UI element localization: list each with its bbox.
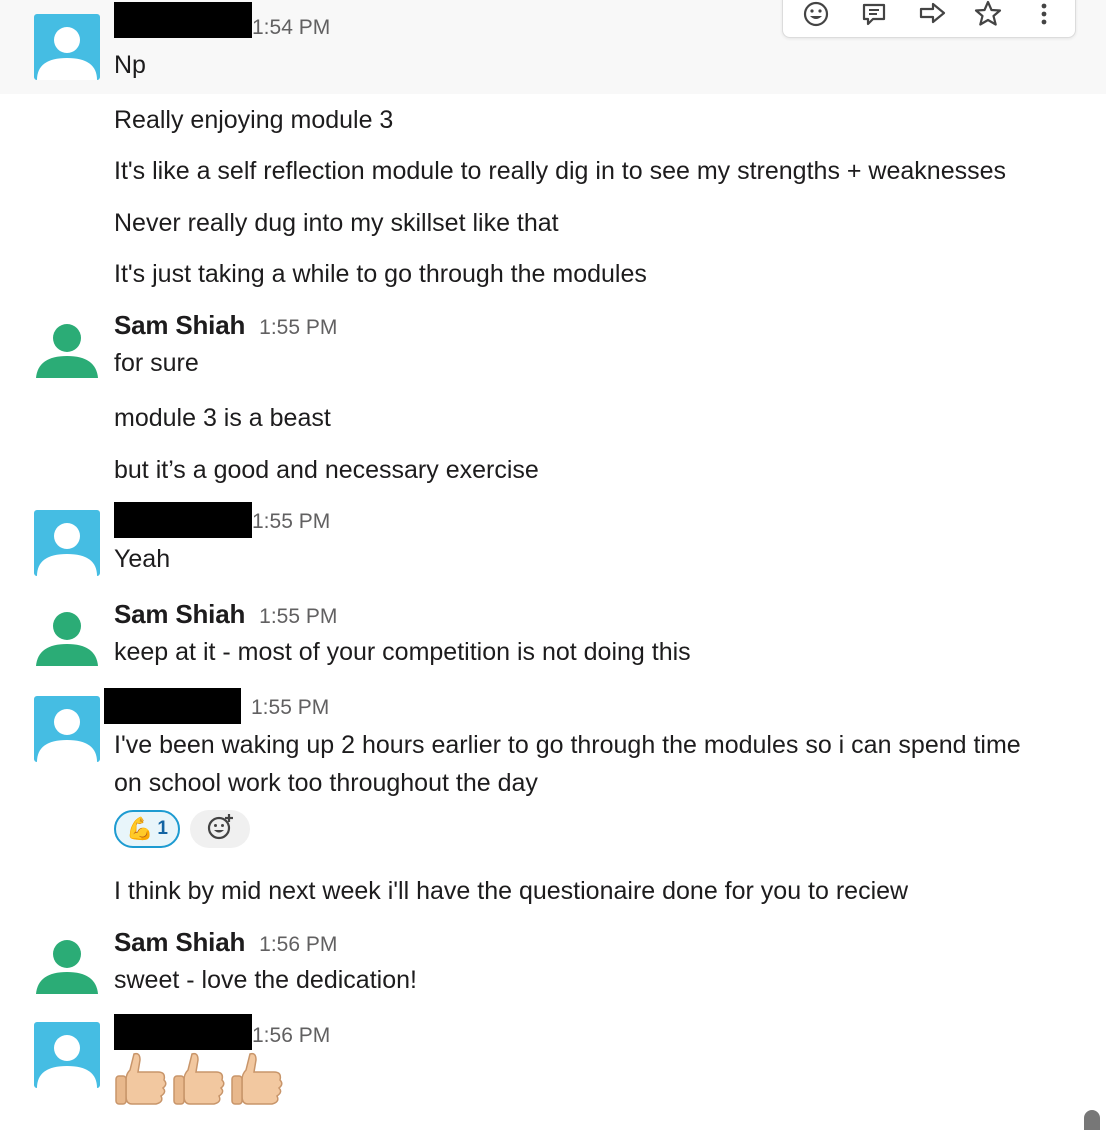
avatar[interactable] — [34, 1022, 100, 1088]
message-text: It's just taking a while to go through t… — [114, 260, 647, 288]
reply-in-thread-icon[interactable] — [859, 0, 889, 29]
message-text: I think by mid next week i'll have the q… — [114, 877, 909, 905]
message-actions-toolbar — [782, 0, 1076, 38]
thumbs-up-emoji — [115, 1052, 167, 1105]
sender-name[interactable]: Sam Shiah — [114, 599, 245, 630]
message-text: Never really dug into my skillset like t… — [114, 209, 559, 237]
avatar[interactable] — [34, 930, 100, 996]
message-text: but it’s a good and necessary exercise — [114, 456, 539, 484]
more-actions-icon[interactable] — [1029, 0, 1059, 29]
message-text: Np — [114, 51, 146, 79]
thumbs-up-emoji — [231, 1052, 283, 1105]
add-reaction-icon[interactable] — [801, 0, 831, 29]
save-star-icon[interactable] — [973, 0, 1003, 29]
message-text: Really enjoying module 3 — [114, 106, 394, 134]
avatar[interactable] — [34, 314, 100, 380]
message-text: for sure — [114, 349, 199, 377]
message-text: on school work too throughout the day — [114, 769, 538, 797]
message-text: keep at it - most of your competition is… — [114, 638, 691, 666]
message-timestamp[interactable]: 1:55 PM — [259, 316, 337, 340]
thumbs-up-emoji — [173, 1052, 225, 1105]
message-timestamp[interactable]: 1:55 PM — [251, 696, 329, 720]
add-reaction-button[interactable] — [190, 810, 250, 848]
message-timestamp[interactable]: 1:55 PM — [252, 510, 330, 534]
message-text: I've been waking up 2 hours earlier to g… — [114, 731, 1021, 759]
message-text: It's like a self reflection module to re… — [114, 157, 1007, 185]
reaction-pill[interactable]: 💪 1 — [114, 810, 180, 848]
sender-name[interactable]: Sam Shiah — [114, 927, 245, 958]
redacted-sender-name — [104, 688, 241, 724]
scrollbar-thumb[interactable] — [1084, 1110, 1100, 1130]
message-text: Yeah — [114, 545, 171, 573]
redacted-sender-name — [114, 1014, 252, 1050]
message-text — [114, 1050, 286, 1110]
sender-name[interactable]: Sam Shiah — [114, 310, 245, 341]
redacted-sender-name — [114, 2, 252, 38]
share-message-icon[interactable] — [917, 0, 947, 29]
message-timestamp[interactable]: 1:54 PM — [252, 16, 330, 40]
message-text: sweet - love the dedication! — [114, 966, 417, 994]
avatar[interactable] — [34, 696, 100, 762]
message-timestamp[interactable]: 1:56 PM — [259, 933, 337, 957]
flexed-biceps-emoji: 💪 — [126, 816, 154, 841]
avatar[interactable] — [34, 602, 100, 668]
reaction-count: 1 — [157, 818, 168, 839]
message-text: module 3 is a beast — [114, 404, 331, 432]
message-timestamp[interactable]: 1:56 PM — [252, 1024, 330, 1048]
message-timestamp[interactable]: 1:55 PM — [259, 605, 337, 629]
redacted-sender-name — [114, 502, 252, 538]
add-reaction-icon — [205, 812, 235, 847]
avatar[interactable] — [34, 14, 100, 80]
avatar[interactable] — [34, 510, 100, 576]
